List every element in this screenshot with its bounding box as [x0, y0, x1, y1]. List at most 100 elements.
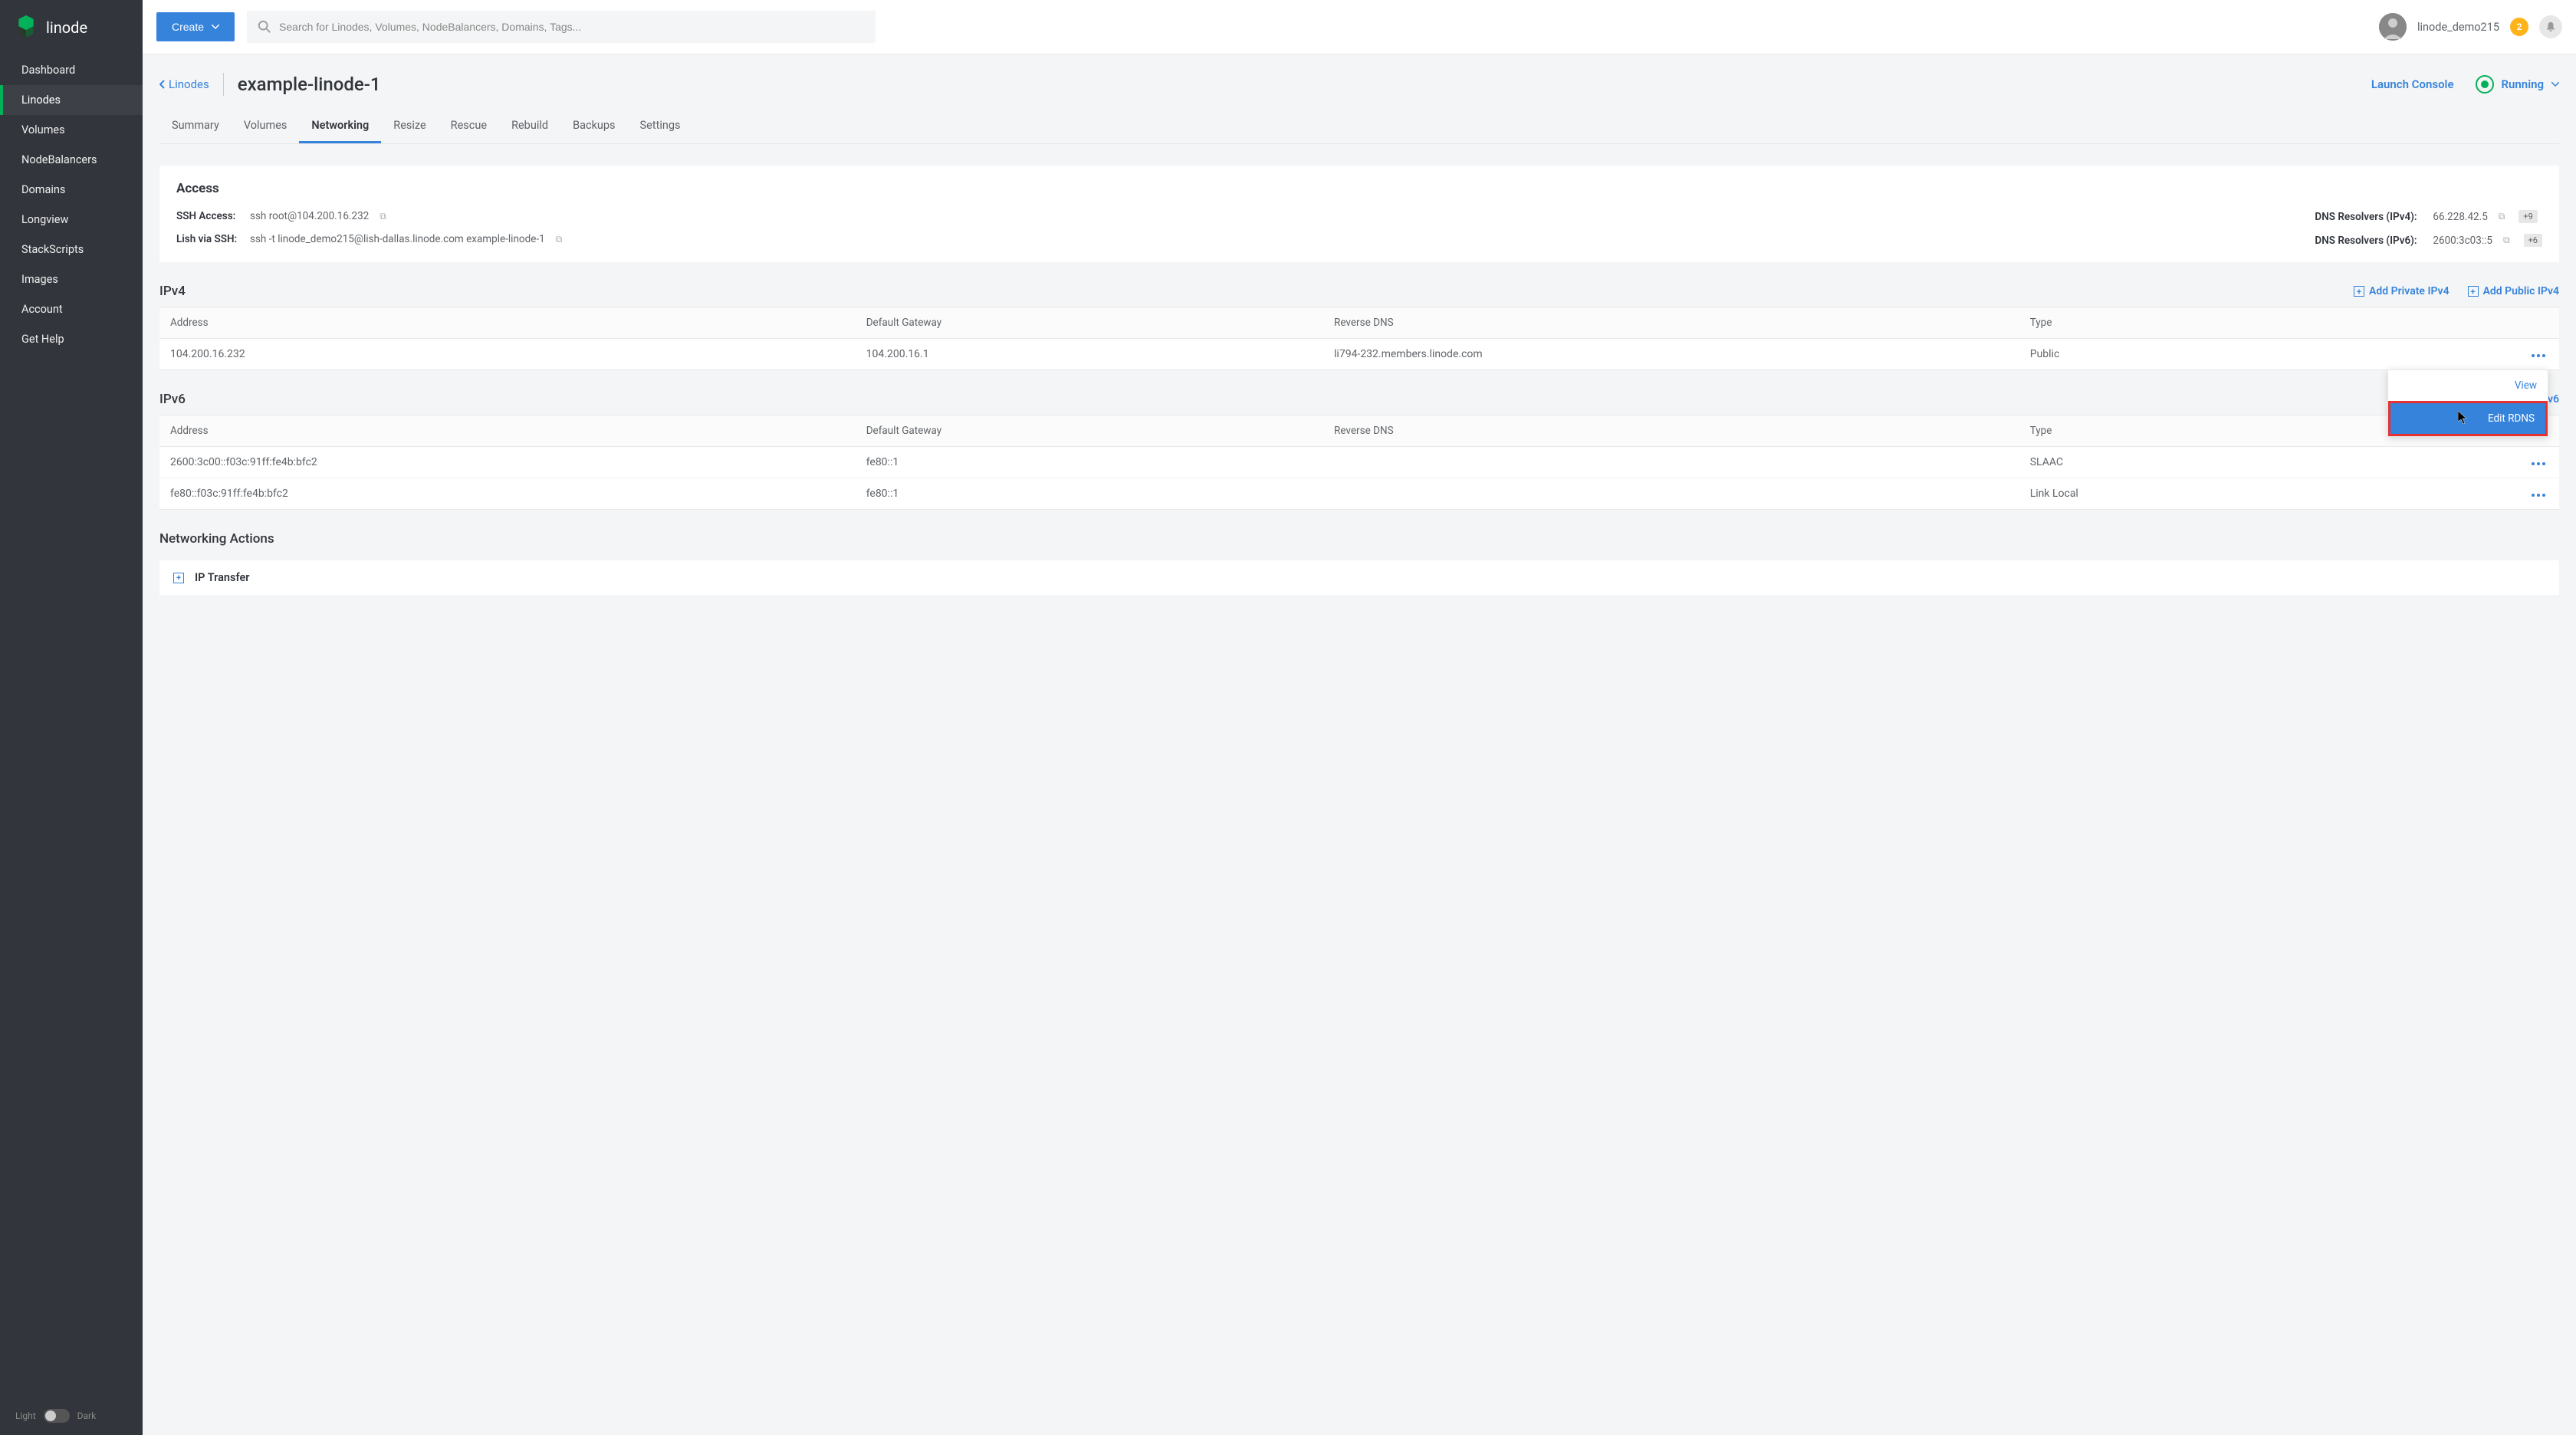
tab-volumes[interactable]: Volumes — [232, 110, 300, 143]
launch-console-link[interactable]: Launch Console — [2371, 77, 2454, 91]
table-row: 2600:3c00::f03c:91ff:fe4b:bfc2 fe80::1 S… — [159, 447, 2559, 478]
row-actions-dropdown: View Edit RDNS — [2387, 369, 2548, 437]
sidebar-item-dashboard[interactable]: Dashboard — [0, 55, 143, 85]
access-title: Access — [176, 181, 2542, 196]
cell-address: 2600:3c00::f03c:91ff:fe4b:bfc2 — [159, 447, 856, 478]
dns-ipv6-row: DNS Resolvers (IPv6): 2600:3c03::5 ⧉ +6 — [2315, 234, 2542, 247]
ipv6-title: IPv6 — [159, 392, 186, 407]
sidebar-item-linodes[interactable]: Linodes — [0, 85, 143, 115]
tab-rescue[interactable]: Rescue — [439, 110, 499, 143]
cell-gateway: fe80::1 — [856, 447, 1323, 478]
add-private-ipv4-link[interactable]: +Add Private IPv4 — [2354, 285, 2450, 297]
col-gateway: Default Gateway — [856, 307, 1323, 339]
tab-backups[interactable]: Backups — [560, 110, 627, 143]
cell-gateway: 104.200.16.1 — [856, 339, 1323, 370]
tab-resize[interactable]: Resize — [381, 110, 438, 143]
ipv6-header: IPv6 +Add IPv6 — [159, 392, 2559, 407]
theme-light-label: Light — [15, 1410, 36, 1421]
user-area: linode_demo215 2 — [2379, 13, 2562, 41]
status-dropdown[interactable]: Running — [2476, 75, 2559, 94]
plus-icon: + — [2354, 286, 2364, 297]
cell-rdns — [1323, 447, 2019, 478]
notification-badge[interactable]: 2 — [2510, 18, 2528, 36]
col-rdns: Reverse DNS — [1323, 307, 2019, 339]
sidebar-item-gethelp[interactable]: Get Help — [0, 324, 143, 354]
theme-toggle: Light Dark — [0, 1397, 143, 1435]
search-wrap — [247, 11, 876, 43]
plus-icon: + — [173, 573, 184, 583]
username[interactable]: linode_demo215 — [2417, 21, 2499, 34]
tab-rebuild[interactable]: Rebuild — [499, 110, 560, 143]
search-icon — [258, 20, 271, 34]
dns4-value: 66.228.42.5 — [2433, 211, 2487, 223]
sidebar-item-stackscripts[interactable]: StackScripts — [0, 235, 143, 264]
sidebar-item-volumes[interactable]: Volumes — [0, 115, 143, 145]
dns6-more-chip[interactable]: +6 — [2524, 234, 2542, 247]
tab-settings[interactable]: Settings — [628, 110, 693, 143]
add-public-ipv4-link[interactable]: +Add Public IPv4 — [2468, 285, 2559, 297]
copy-icon[interactable]: ⧉ — [2499, 211, 2505, 222]
ip-transfer-panel: + IP Transfer — [159, 560, 2559, 595]
avatar-icon — [2379, 13, 2407, 41]
main: Create linode_demo215 2 — [143, 0, 2576, 1435]
copy-icon[interactable]: ⧉ — [556, 234, 563, 245]
ip-transfer-action[interactable]: + IP Transfer — [173, 571, 2545, 584]
chevron-down-icon — [212, 25, 219, 29]
lish-access-row: Lish via SSH: ssh -t linode_demo215@lish… — [176, 233, 562, 245]
dns4-more-chip[interactable]: +9 — [2518, 210, 2537, 223]
ipv4-header: IPv4 +Add Private IPv4 +Add Public IPv4 — [159, 284, 2559, 299]
ssh-value: ssh root@104.200.16.232 — [250, 210, 369, 222]
copy-icon[interactable]: ⧉ — [2503, 235, 2510, 246]
ssh-label: SSH Access: — [176, 210, 239, 222]
col-address: Address — [159, 415, 856, 447]
row-actions-button[interactable] — [2528, 491, 2548, 500]
plus-icon: + — [2468, 286, 2479, 297]
sidebar-item-longview[interactable]: Longview — [0, 205, 143, 235]
table-row: fe80::f03c:91ff:fe4b:bfc2 fe80::1 Link L… — [159, 478, 2559, 510]
sidebar: linode Dashboard Linodes Volumes NodeBal… — [0, 0, 143, 1435]
linode-logo-icon — [14, 15, 38, 40]
ipv4-table: Address Default Gateway Reverse DNS Type… — [159, 307, 2559, 370]
col-gateway: Default Gateway — [856, 415, 1323, 447]
breadcrumb-back[interactable]: Linodes — [159, 77, 209, 91]
notification-button[interactable] — [2539, 15, 2562, 38]
cell-type: SLAAC — [2019, 447, 2463, 478]
breadcrumb-row: Linodes example-linode-1 Launch Console … — [159, 73, 2559, 96]
nav: Dashboard Linodes Volumes NodeBalancers … — [0, 55, 143, 1397]
tab-networking[interactable]: Networking — [299, 110, 381, 143]
lish-label: Lish via SSH: — [176, 233, 239, 245]
logo-text: linode — [46, 18, 87, 37]
sidebar-item-account[interactable]: Account — [0, 294, 143, 324]
copy-icon[interactable]: ⧉ — [380, 211, 386, 222]
dns-ipv4-row: DNS Resolvers (IPv4): 66.228.42.5 ⧉ +9 — [2315, 210, 2542, 223]
lish-value: ssh -t linode_demo215@lish-dallas.linode… — [250, 233, 545, 245]
search-input[interactable] — [279, 21, 865, 33]
row-actions-button[interactable] — [2528, 459, 2548, 468]
cell-type: Link Local — [2019, 478, 2463, 510]
dropdown-edit-rdns[interactable]: Edit RDNS — [2388, 401, 2548, 436]
dns6-value: 2600:3c03::5 — [2433, 235, 2492, 247]
sidebar-item-images[interactable]: Images — [0, 264, 143, 294]
table-row: 104.200.16.232 104.200.16.1 li794-232.me… — [159, 339, 2559, 370]
avatar[interactable] — [2379, 13, 2407, 41]
col-rdns: Reverse DNS — [1323, 415, 2019, 447]
create-button[interactable]: Create — [156, 12, 235, 41]
content: Linodes example-linode-1 Launch Console … — [143, 54, 2576, 647]
access-panel: Access SSH Access: ssh root@104.200.16.2… — [159, 166, 2559, 262]
col-type: Type — [2019, 307, 2463, 339]
header-actions: Launch Console Running — [2371, 75, 2559, 94]
sidebar-item-nodebalancers[interactable]: NodeBalancers — [0, 145, 143, 175]
logo[interactable]: linode — [0, 0, 143, 55]
net-actions-title: Networking Actions — [159, 531, 2559, 547]
cell-rdns — [1323, 478, 2019, 510]
ipv6-table: Address Default Gateway Reverse DNS Type… — [159, 415, 2559, 510]
page-title: example-linode-1 — [238, 74, 381, 95]
topbar: Create linode_demo215 2 — [143, 0, 2576, 54]
chevron-down-icon — [2551, 82, 2559, 87]
sidebar-item-domains[interactable]: Domains — [0, 175, 143, 205]
row-actions-button[interactable]: View Edit RDNS — [2528, 351, 2548, 360]
cursor-icon — [2458, 411, 2469, 425]
dropdown-view[interactable]: View — [2388, 370, 2548, 401]
theme-switch[interactable] — [44, 1409, 70, 1423]
tab-summary[interactable]: Summary — [159, 110, 232, 143]
